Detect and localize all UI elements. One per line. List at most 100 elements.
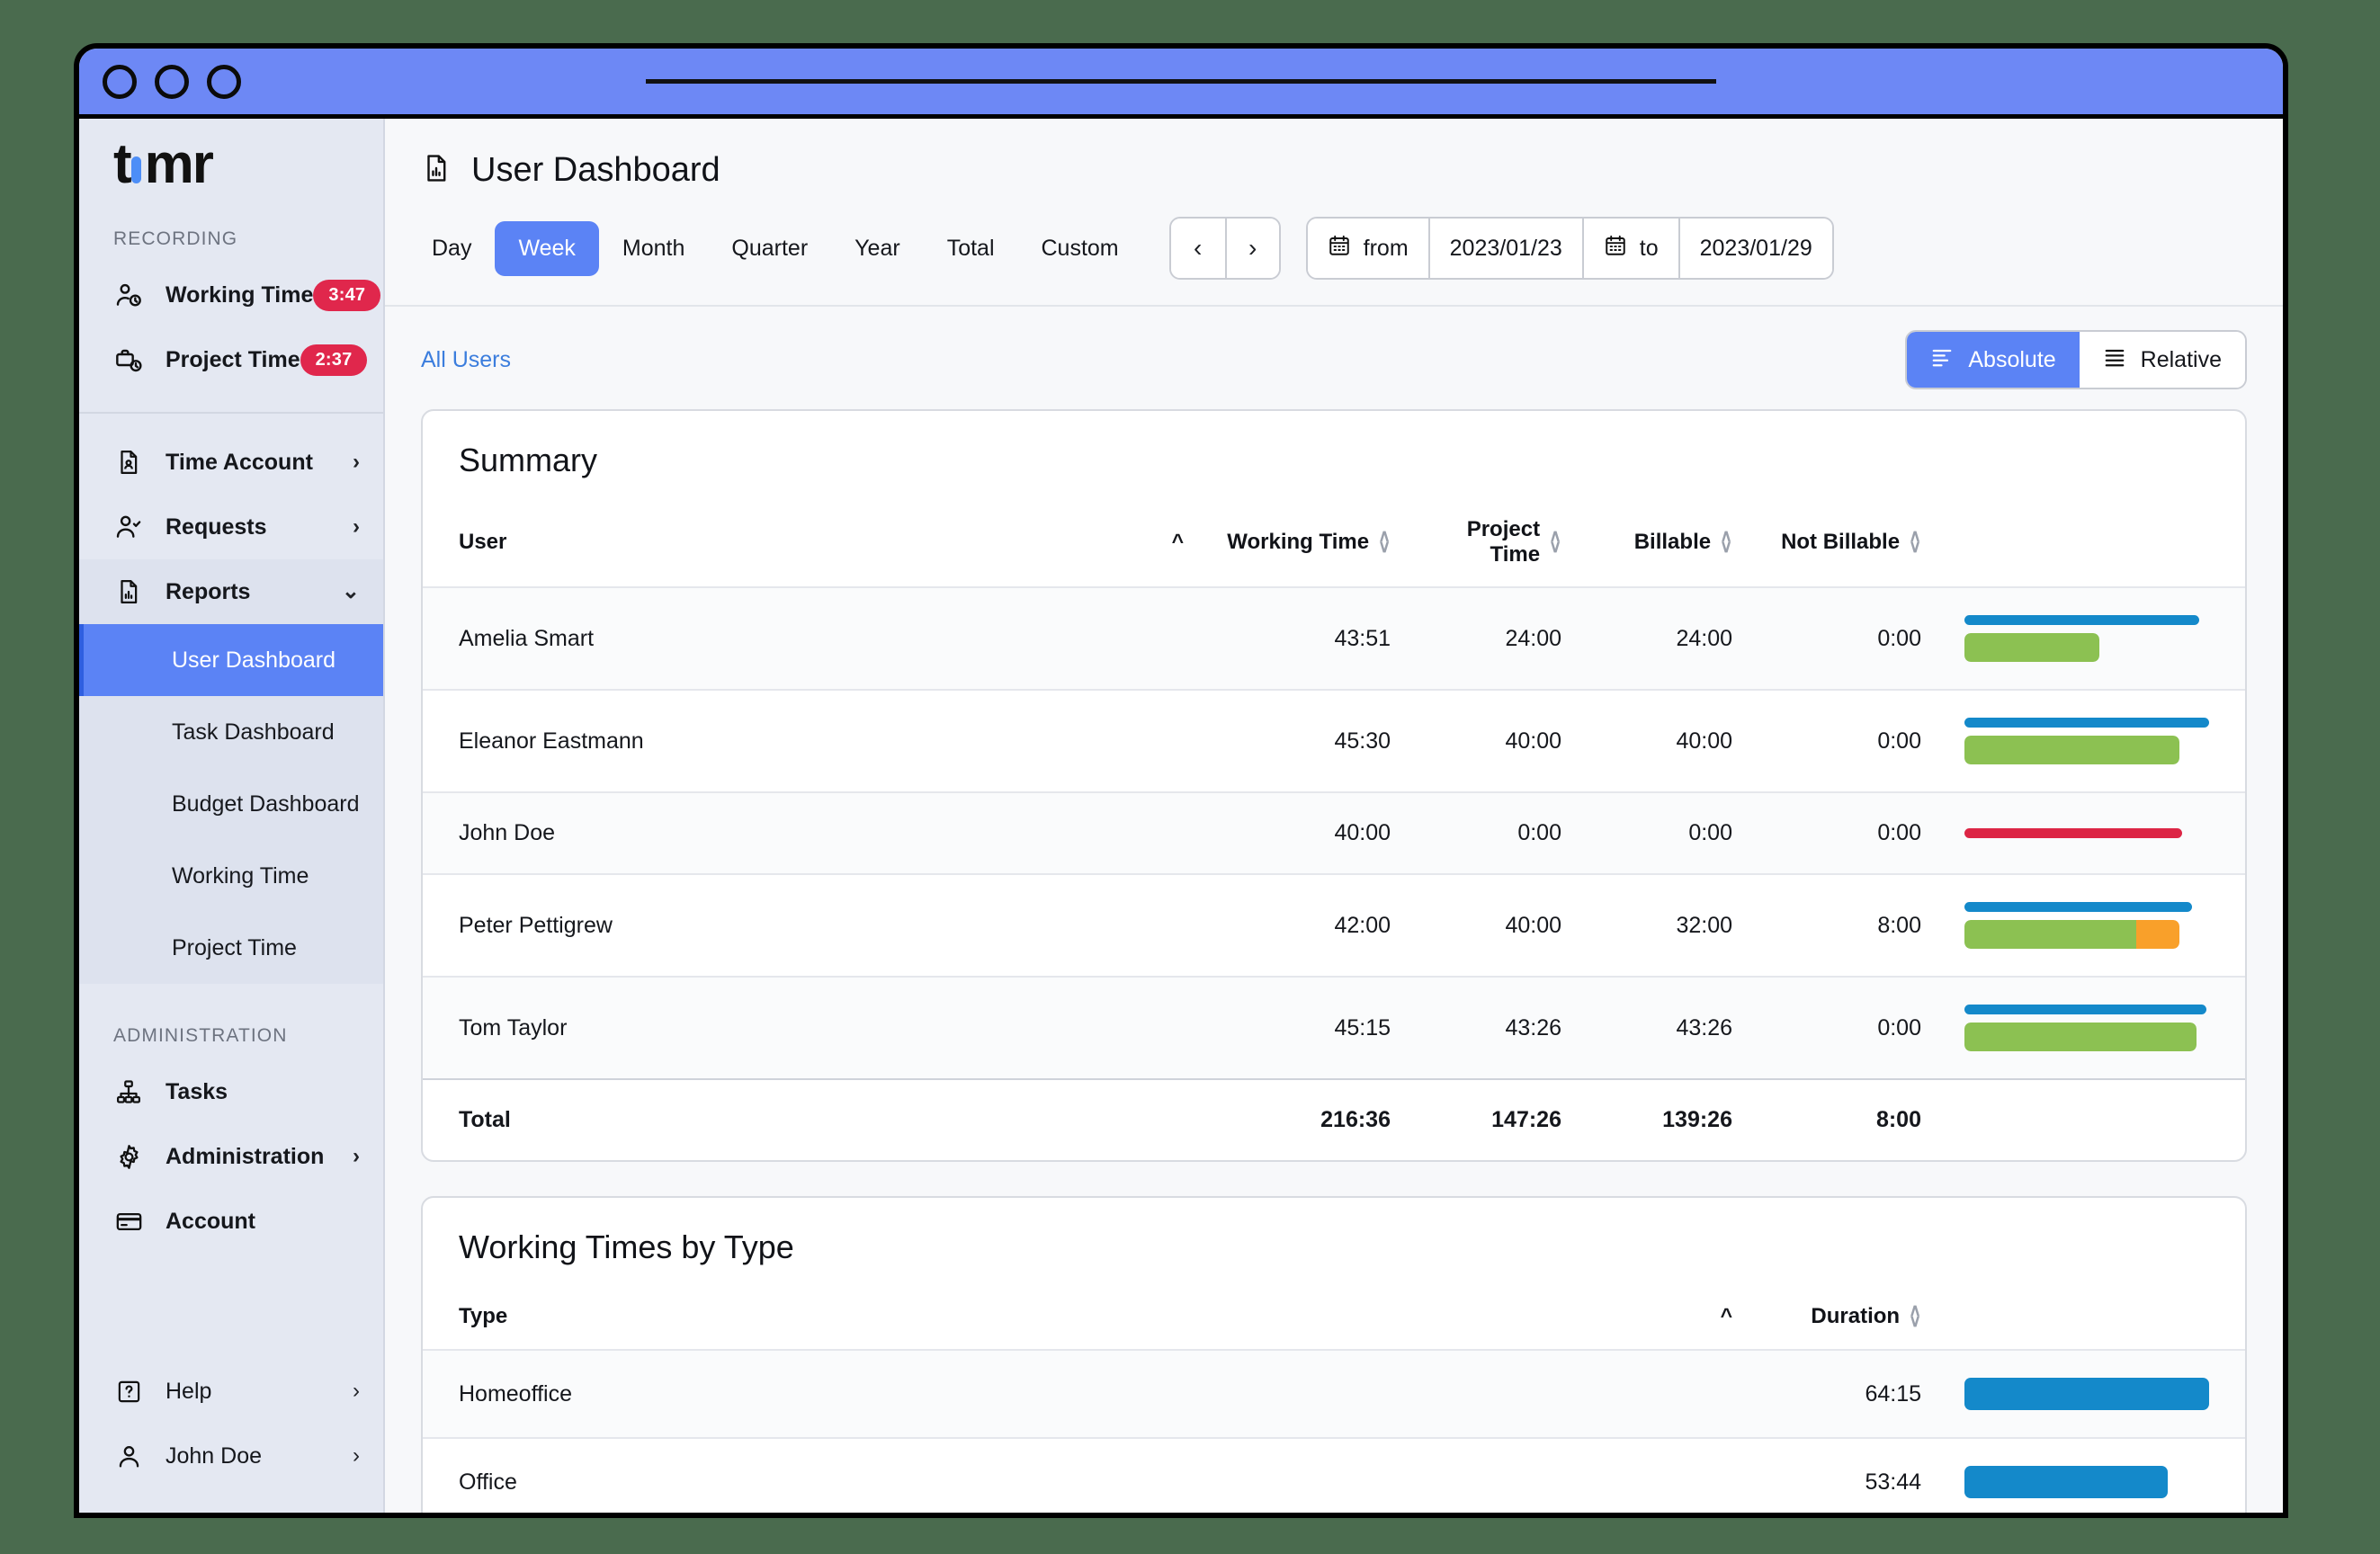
- sidebar-item-label: John Doe: [166, 1442, 263, 1469]
- all-users-link[interactable]: All Users: [421, 347, 511, 373]
- column-header-working-time-label[interactable]: Working Time ∧ ∨: [1184, 503, 1391, 587]
- page-title: User Dashboard: [471, 151, 720, 189]
- bar-working-time: [1964, 615, 2200, 626]
- bar-segment-billable: [1964, 736, 2180, 765]
- table-row[interactable]: Amelia Smart 43:51 24:00 24:00 0:00: [423, 586, 2245, 691]
- period-tab-quarter[interactable]: Quarter: [708, 221, 831, 276]
- sidebar-item-requests[interactable]: Requests ›: [79, 495, 383, 559]
- period-tab-total[interactable]: Total: [924, 221, 1018, 276]
- maximize-window-button[interactable]: [207, 64, 241, 99]
- sort-icon[interactable]: ∧ ∨: [1909, 528, 1921, 555]
- cell-spacer: [977, 976, 1184, 1080]
- sort-icon[interactable]: ∧ ∨: [1549, 528, 1561, 555]
- toggle-absolute[interactable]: Absolute: [1907, 332, 2080, 388]
- page-header: User Dashboard: [385, 119, 2283, 217]
- period-tab-year[interactable]: Year: [831, 221, 924, 276]
- sort-icon[interactable]: ∧ ∨: [1378, 528, 1391, 555]
- sort-icon[interactable]: ∧ ∨: [1909, 1303, 1921, 1330]
- sidebar-item-project-time-report[interactable]: Project Time: [79, 912, 383, 984]
- table-row[interactable]: Homeoffice 64:15: [423, 1349, 2245, 1439]
- address-bar[interactable]: [646, 79, 1716, 84]
- column-header-chart: [1921, 1290, 2245, 1350]
- app-body: t mr RECORDING Working Time 3:47 Project…: [79, 119, 2283, 1513]
- column-header-user[interactable]: User: [423, 503, 977, 587]
- date-to-input[interactable]: 2023/01/29: [1678, 219, 1832, 278]
- period-tab-day[interactable]: Day: [408, 221, 495, 276]
- sidebar-item-help[interactable]: Help ›: [79, 1359, 383, 1424]
- column-header-not-billable[interactable]: Not Billable ∧ ∨: [1732, 503, 1921, 587]
- sidebar-item-working-time[interactable]: Working Time 3:47: [79, 263, 383, 327]
- sidebar-item-project-time[interactable]: Project Time 2:37: [79, 327, 383, 392]
- date-from-input[interactable]: 2023/01/23: [1427, 219, 1582, 278]
- cell-working-time: 43:51: [1184, 586, 1391, 691]
- column-header-working-time[interactable]: ^: [977, 503, 1184, 587]
- period-tab-month[interactable]: Month: [599, 221, 708, 276]
- sidebar-item-label: Administration: [166, 1143, 325, 1169]
- close-window-button[interactable]: [103, 64, 137, 99]
- logo-dot-icon: [130, 156, 141, 183]
- credit-card-icon: [113, 1206, 144, 1237]
- date-from-label-cell[interactable]: from: [1307, 219, 1428, 278]
- sidebar-item-tasks[interactable]: Tasks: [79, 1059, 383, 1124]
- project-time-badge: 2:37: [300, 344, 368, 376]
- cell-total-billable: 139:26: [1561, 1078, 1732, 1161]
- column-header-duration[interactable]: Duration ∧ ∨: [1732, 1290, 1921, 1350]
- sitemap-icon: [113, 1076, 144, 1107]
- calendar-icon: [1328, 234, 1351, 263]
- sidebar-item-budget-dashboard[interactable]: Budget Dashboard: [79, 768, 383, 840]
- main-content: User Dashboard Day Week Month Quarter Ye…: [385, 119, 2283, 1513]
- app-logo[interactable]: t mr: [79, 119, 383, 223]
- sidebar-item-label: Working Time: [166, 281, 314, 308]
- sidebar-item-task-dashboard[interactable]: Task Dashboard: [79, 696, 383, 768]
- column-header-billable[interactable]: Billable ∧ ∨: [1561, 503, 1732, 587]
- list-lines-icon: [2103, 345, 2126, 375]
- sidebar-item-administration[interactable]: Administration ›: [79, 1124, 383, 1189]
- bar-no-project-time: [1964, 828, 2183, 839]
- working-time-badge: 3:47: [313, 279, 381, 311]
- column-header-label: User: [459, 529, 507, 554]
- table-row[interactable]: Peter Pettigrew 42:00 40:00 32:00 8:00: [423, 873, 2245, 978]
- cell-total-working-time: 216:36: [1184, 1078, 1391, 1161]
- minimize-window-button[interactable]: [155, 64, 189, 99]
- cell-bar-chart: [1921, 586, 2245, 691]
- bar-project-time: [1964, 920, 2180, 950]
- sidebar-item-account[interactable]: Account: [79, 1189, 383, 1254]
- cell-working-time: 42:00: [1184, 873, 1391, 978]
- column-header-type-sort[interactable]: ^: [1624, 1290, 1732, 1350]
- period-tab-custom[interactable]: Custom: [1018, 221, 1142, 276]
- cell-total-not-billable: 8:00: [1732, 1078, 1921, 1161]
- sidebar-item-user-dashboard[interactable]: User Dashboard: [79, 624, 383, 696]
- chevron-right-icon: ›: [353, 1443, 360, 1468]
- cell-bar-chart: [1921, 1349, 2245, 1439]
- bar-segment-not-billable: [2136, 920, 2180, 950]
- cell-billable: 40:00: [1561, 689, 1732, 793]
- column-header-project-time[interactable]: Project Time ∧ ∨: [1391, 503, 1561, 587]
- sort-icon[interactable]: ∧ ∨: [1720, 528, 1732, 555]
- sidebar-item-working-time-report[interactable]: Working Time: [79, 840, 383, 912]
- sidebar-item-reports[interactable]: Reports ⌄: [79, 559, 383, 624]
- sidebar-item-time-account[interactable]: Time Account ›: [79, 430, 383, 495]
- cell-total-project-time: 147:26: [1391, 1078, 1561, 1161]
- cell-project-time: 0:00: [1391, 791, 1561, 875]
- previous-period-button[interactable]: ‹: [1170, 219, 1225, 278]
- column-header-type[interactable]: Type: [423, 1290, 1624, 1350]
- table-row[interactable]: Eleanor Eastmann 45:30 40:00 40:00 0:00: [423, 689, 2245, 793]
- toggle-relative[interactable]: Relative: [2079, 332, 2245, 388]
- dashboard-scroll-area[interactable]: Summary User ^ Working Time ∧ ∨ Project …: [385, 409, 2283, 1513]
- table-row[interactable]: John Doe 40:00 0:00 0:00 0:00: [423, 791, 2245, 875]
- period-tab-week[interactable]: Week: [495, 220, 599, 276]
- cell-bar-chart: [1921, 976, 2245, 1080]
- align-left-icon: [1930, 345, 1954, 375]
- sidebar-item-user-profile[interactable]: John Doe ›: [79, 1424, 383, 1488]
- table-row[interactable]: Office 53:44: [423, 1437, 2245, 1513]
- table-row[interactable]: Tom Taylor 45:15 43:26 43:26 0:00: [423, 976, 2245, 1080]
- summary-title: Summary: [459, 442, 598, 478]
- date-to-label-cell[interactable]: to: [1581, 219, 1678, 278]
- bar-duration: [1964, 1378, 2209, 1411]
- cell-not-billable: 0:00: [1732, 791, 1921, 875]
- working-times-by-type-title: Working Times by Type: [459, 1228, 794, 1266]
- column-header-label: Working Time: [1227, 529, 1370, 554]
- next-period-button[interactable]: ›: [1224, 219, 1279, 278]
- cell-bar-chart: [1921, 1437, 2245, 1513]
- bar-project-time: [1964, 1023, 2197, 1052]
